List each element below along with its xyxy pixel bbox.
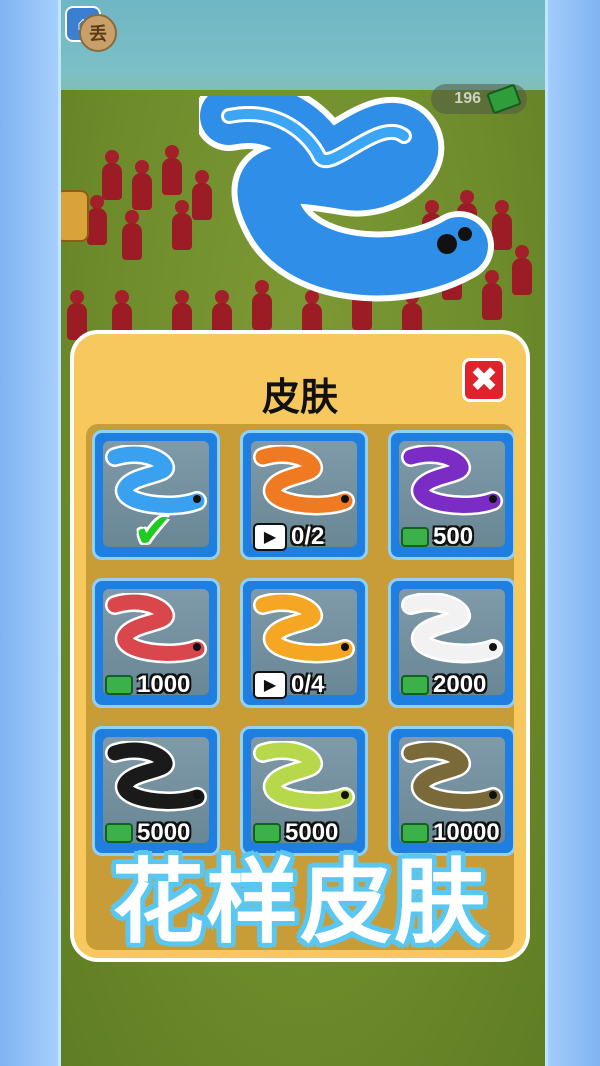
promo-banner-text: 花样皮肤 xyxy=(111,852,488,954)
price-value: 2000 xyxy=(433,671,487,698)
video-unlock: ▶ 0/2 xyxy=(253,523,324,551)
snake-skin-icon xyxy=(105,593,207,664)
skin-card[interactable]: ✔ xyxy=(92,430,220,560)
price-tag: 1000 xyxy=(105,671,190,699)
snake-skin-icon xyxy=(253,741,355,812)
coin-amount: 196 xyxy=(454,90,481,107)
price-value: 500 xyxy=(433,523,474,550)
coin-counter: 196 xyxy=(431,83,527,115)
video-progress: 0/2 xyxy=(291,523,325,550)
skin-card[interactable]: 1000 xyxy=(92,578,220,708)
snake-skin-icon xyxy=(253,593,355,664)
treasure-chest-icon[interactable] xyxy=(61,190,89,242)
player-snake xyxy=(199,96,494,302)
price-tag: 2000 xyxy=(401,671,486,699)
panel-title: 皮肤 xyxy=(261,377,338,419)
close-button[interactable]: ✖ xyxy=(462,358,506,402)
price-value: 1000 xyxy=(137,671,191,698)
close-x-icon: ✖ xyxy=(469,361,499,399)
video-play-icon: ▶ xyxy=(253,671,287,699)
cash-icon xyxy=(105,675,133,695)
snake-skin-icon xyxy=(105,741,207,812)
snake-skin-icon xyxy=(401,445,503,516)
price-tag: 500 xyxy=(401,523,473,551)
cash-icon xyxy=(401,675,429,695)
snake-skin-icon xyxy=(401,741,503,812)
skin-card[interactable]: ▶ 0/4 xyxy=(240,578,368,708)
video-progress: 0/4 xyxy=(291,671,325,698)
snake-skin-icon xyxy=(401,593,503,664)
video-play-icon: ▶ xyxy=(253,523,287,551)
skin-card[interactable]: 500 xyxy=(388,430,514,560)
cash-icon xyxy=(486,83,522,115)
shop-label: 丢 xyxy=(89,24,107,44)
selected-check-icon: ✔ xyxy=(133,505,174,558)
cash-icon xyxy=(401,527,429,547)
snake-skin-icon xyxy=(253,445,355,516)
skin-card[interactable]: 2000 xyxy=(388,578,514,708)
video-unlock: ▶ 0/4 xyxy=(253,671,324,699)
skin-card[interactable]: ▶ 0/2 xyxy=(240,430,368,560)
shop-button[interactable]: 丢 xyxy=(79,14,117,52)
